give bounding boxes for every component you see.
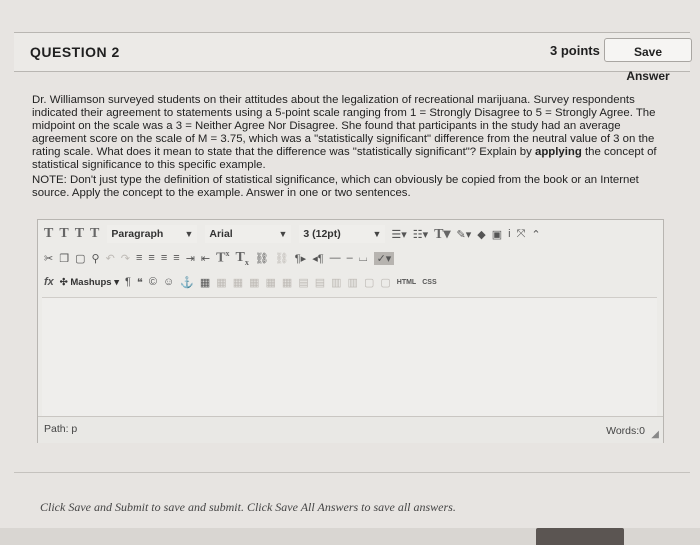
- copyright-icon[interactable]: ©: [149, 276, 157, 288]
- cut-icon[interactable]: ✂: [44, 252, 53, 265]
- formula-button[interactable]: fx: [44, 276, 54, 288]
- superscript-button[interactable]: Tx: [216, 249, 229, 267]
- eraser-icon[interactable]: ◆: [477, 228, 485, 241]
- question-header: QUESTION 2 3 points Save Answer: [14, 32, 692, 83]
- subscript-button[interactable]: Tx: [235, 250, 248, 267]
- italic-button[interactable]: T: [59, 226, 68, 242]
- insert-col-icon[interactable]: ▥: [331, 276, 341, 289]
- table-merge-icon[interactable]: ▦: [266, 276, 276, 289]
- table-col-icon[interactable]: ▦: [233, 276, 243, 289]
- link-icon[interactable]: ⛓: [255, 252, 269, 265]
- footer-divider: [14, 472, 690, 473]
- unlink-icon[interactable]: ⛓: [275, 252, 289, 265]
- anchor-icon[interactable]: ⚓: [180, 276, 194, 289]
- toolbar-row-3: fx ✣ Mashups ▾ ¶ ❝ © ☺ ⚓ ▦ ▦ ▦ ▦ ▦ ▦ ▤ ▤…: [38, 271, 663, 293]
- paragraph-select[interactable]: Paragraph ▼: [107, 225, 198, 243]
- align-justify-icon[interactable]: ≡: [173, 252, 179, 264]
- copy-icon[interactable]: ❐: [59, 252, 69, 265]
- css-button[interactable]: CSS: [422, 279, 436, 286]
- align-left-icon[interactable]: ≡: [136, 252, 142, 264]
- align-right-icon[interactable]: ≡: [161, 252, 167, 264]
- table-row-icon[interactable]: ▦: [216, 276, 226, 289]
- bold-button[interactable]: T: [44, 226, 53, 242]
- html-button[interactable]: HTML: [397, 279, 416, 286]
- underline-button[interactable]: T: [75, 226, 84, 242]
- question-note: NOTE: Don't just type the definition of …: [32, 174, 639, 199]
- horizontal-rule-icon[interactable]: —: [330, 252, 341, 264]
- chevron-down-icon: ▼: [278, 229, 288, 239]
- chevron-down-icon: ▼: [372, 229, 382, 239]
- question-body: Dr. Williamson surveyed students on thei…: [32, 94, 662, 200]
- mashups-menu[interactable]: ✣ Mashups ▾: [60, 277, 119, 288]
- chevron-down-icon: ▼: [184, 229, 194, 239]
- table-props-icon[interactable]: ▢: [380, 276, 390, 289]
- redo-icon[interactable]: ↷: [121, 252, 130, 265]
- delete-row-icon[interactable]: ▤: [315, 276, 325, 289]
- question-title: QUESTION 2: [30, 44, 120, 60]
- question-points: 3 points: [550, 43, 600, 58]
- spellcheck-icon[interactable]: ⌴: [359, 252, 368, 265]
- font-size-select[interactable]: 3 (12pt) ▼: [299, 225, 386, 243]
- undo-icon[interactable]: ↶: [106, 252, 115, 265]
- prompt-bold-word: applying: [535, 146, 582, 158]
- path-indicator: Path: p: [44, 423, 78, 435]
- bullet-list-icon[interactable]: ☰▾: [391, 228, 406, 241]
- question-prompt: Dr. Williamson surveyed students on thei…: [32, 94, 657, 171]
- assessment-page: QUESTION 2 3 points Save Answer Dr. Will…: [0, 0, 700, 545]
- info-icon[interactable]: i: [508, 228, 510, 240]
- outdent-icon[interactable]: ⇤: [201, 252, 210, 265]
- collapse-toolbar-icon[interactable]: ⌃: [531, 228, 540, 241]
- insert-row-icon[interactable]: ▤: [298, 276, 308, 289]
- paragraph-mark-icon[interactable]: ¶: [125, 276, 131, 288]
- answer-text-area[interactable]: [42, 297, 657, 416]
- indent-icon[interactable]: ⇥: [186, 252, 195, 265]
- align-center-icon[interactable]: ≡: [148, 252, 154, 264]
- rtl-icon[interactable]: ◂¶: [312, 252, 323, 265]
- fullscreen-icon[interactable]: ⤧: [517, 228, 526, 241]
- highlight-pen-icon[interactable]: ✎▾: [457, 228, 472, 241]
- toolbar-row-2: ✂ ❐ ▢ ⚲ ↶ ↷ ≡ ≡ ≡ ≡ ⇥ ⇤ Tx Tx ⛓ ⛓ ¶▸ ◂¶ …: [38, 247, 663, 269]
- spellcheck-options-icon[interactable]: ✓▾: [373, 251, 395, 265]
- editor-status-bar: Path: p Words:0 ◢: [38, 416, 663, 443]
- bottom-partial-button[interactable]: [536, 528, 624, 545]
- ltr-icon[interactable]: ¶▸: [295, 252, 306, 265]
- find-icon[interactable]: ⚲: [92, 252, 100, 265]
- blockquote-icon[interactable]: ❝: [137, 276, 143, 289]
- footer-instructions: Click Save and Submit to save and submit…: [40, 500, 456, 514]
- preview-icon[interactable]: ▣: [492, 228, 502, 241]
- delete-col-icon[interactable]: ▥: [348, 276, 358, 289]
- word-count: Words:0: [606, 425, 645, 437]
- paste-icon[interactable]: ▢: [75, 252, 85, 265]
- hr-dash-icon[interactable]: –: [347, 252, 353, 264]
- strikethrough-button[interactable]: T: [90, 226, 99, 242]
- toolbar-row-1: T T T T Paragraph ▼ Arial ▼ 3 (12pt) ▼ ☰▾ ☷…: [38, 223, 663, 245]
- emoji-icon[interactable]: ☺: [163, 276, 174, 288]
- table-cell-icon[interactable]: ▦: [249, 276, 259, 289]
- rich-text-editor: T T T T Paragraph ▼ Arial ▼ 3 (12pt) ▼ ☰▾ ☷…: [37, 219, 664, 443]
- table-icon[interactable]: ▦: [200, 276, 210, 289]
- numbered-list-icon[interactable]: ☷▾: [413, 228, 428, 241]
- resize-handle-icon[interactable]: ◢: [651, 429, 659, 440]
- save-answer-button[interactable]: Save Answer: [604, 38, 692, 83]
- font-select[interactable]: Arial ▼: [205, 225, 292, 243]
- table-split-icon[interactable]: ▦: [282, 276, 292, 289]
- cell-props-icon[interactable]: ▢: [364, 276, 374, 289]
- text-color-icon[interactable]: T▾: [434, 226, 450, 243]
